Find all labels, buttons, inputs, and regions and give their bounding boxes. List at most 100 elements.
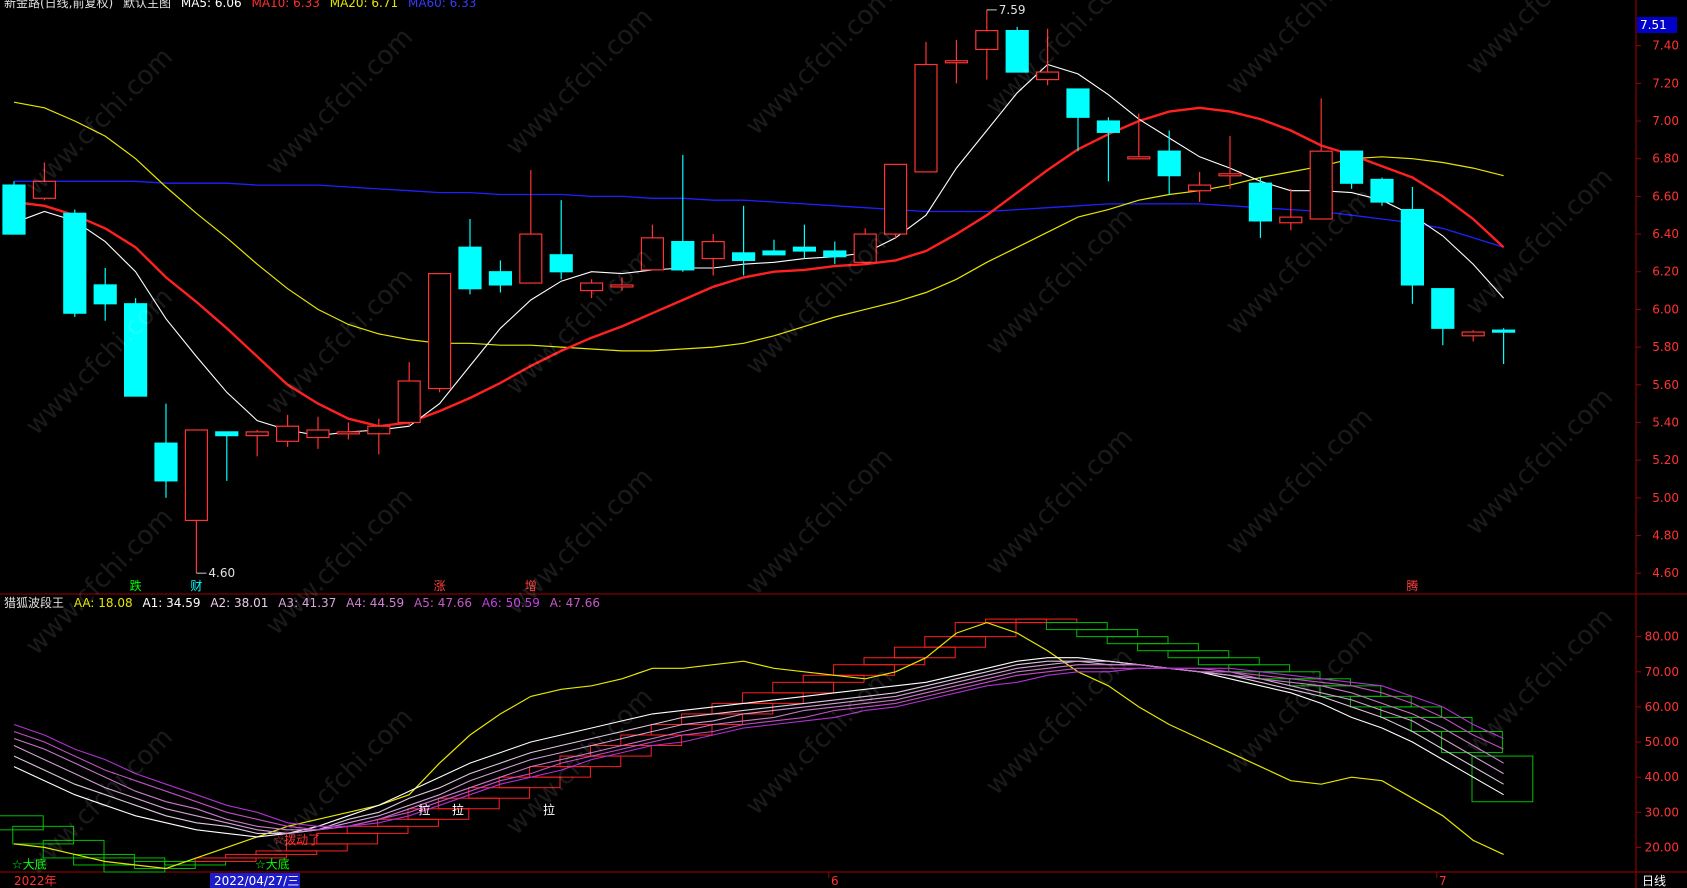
candle-body[interactable] <box>762 250 786 256</box>
indicator-line-a6 <box>13 667 1504 827</box>
candle-body[interactable] <box>397 380 421 424</box>
band-box <box>468 787 531 799</box>
band-box <box>1045 622 1108 631</box>
month-label-7: 7 <box>1439 874 1447 888</box>
band-box <box>1137 643 1199 652</box>
candle-body[interactable] <box>1035 71 1060 81</box>
indicator-signal-label: 拉 <box>452 802 464 817</box>
ma10-line <box>13 106 1505 428</box>
candle-body[interactable] <box>1096 120 1121 133</box>
price-tick-label: 5.20 <box>1652 453 1679 467</box>
price-tick-label: 6.80 <box>1652 152 1679 166</box>
price-tick-label: 7.00 <box>1652 114 1679 128</box>
indicator-tick-label: 50.00 <box>1645 735 1679 749</box>
candle-body[interactable] <box>1248 182 1273 222</box>
band-box <box>681 713 743 725</box>
chart-canvas[interactable]: 4.60 4.80 5.00 5.20 5.40 5.60 5.80 6.00 6.20 6.40… <box>0 0 1687 888</box>
indicator-line-a1 <box>13 657 1504 838</box>
price-tick-label: 4.80 <box>1652 528 1679 542</box>
candle-body[interactable] <box>975 30 999 51</box>
band-box <box>377 818 439 827</box>
candle-body[interactable] <box>245 431 269 437</box>
candle-body[interactable] <box>276 425 300 442</box>
band-box <box>255 850 318 855</box>
candle-body[interactable] <box>823 250 847 258</box>
candle-body[interactable] <box>1005 30 1029 73</box>
candle-body[interactable] <box>701 241 725 260</box>
indicator-tick-label: 60.00 <box>1645 700 1679 714</box>
price-tick-label: 5.40 <box>1652 415 1679 429</box>
candle-body[interactable] <box>579 282 604 292</box>
indicator-signal-label: ☆拨动了 <box>273 833 320 847</box>
candle-body[interactable] <box>640 237 665 271</box>
year-label: 2022年 <box>14 874 57 888</box>
band-box <box>1349 695 1412 708</box>
candle-body[interactable] <box>1187 184 1212 192</box>
band-box <box>346 825 409 834</box>
signal-label: 跌 <box>130 578 142 593</box>
band-box <box>1106 636 1169 645</box>
candle-body[interactable] <box>1461 331 1485 337</box>
candle-body[interactable] <box>336 431 360 435</box>
candle-body[interactable] <box>428 273 452 390</box>
band-box <box>863 657 926 666</box>
candle-body[interactable] <box>1127 156 1151 160</box>
candle-body[interactable] <box>944 60 969 64</box>
candle-body[interactable] <box>32 180 57 199</box>
band-box <box>802 674 865 683</box>
signal-label: 财 <box>190 579 202 593</box>
candle-body[interactable] <box>1218 173 1242 177</box>
candle-body[interactable] <box>1400 208 1425 286</box>
candle-body[interactable] <box>215 431 239 437</box>
candle-body[interactable] <box>154 442 178 482</box>
candle-body[interactable] <box>610 284 634 288</box>
candle-body[interactable] <box>519 233 543 284</box>
candle-body[interactable] <box>883 163 908 235</box>
candle-body[interactable] <box>1066 88 1090 118</box>
candle-body[interactable] <box>1491 329 1516 333</box>
candle-body[interactable] <box>1339 150 1364 184</box>
price-tick-label: 5.00 <box>1652 491 1679 505</box>
candle-body[interactable] <box>93 284 117 305</box>
price-tick-label: 6.40 <box>1652 227 1679 241</box>
ma60-line <box>14 180 1504 248</box>
price-tick-label: 4.60 <box>1652 566 1679 580</box>
ma5-line <box>13 63 1505 437</box>
candle-body[interactable] <box>458 246 482 290</box>
candle-body[interactable] <box>1279 216 1303 224</box>
band-box <box>1076 629 1139 638</box>
signal-label: 增 <box>525 579 537 593</box>
candle-body[interactable] <box>1309 150 1333 220</box>
band-box <box>893 646 956 659</box>
candle-body[interactable] <box>306 429 330 439</box>
price-tick-label: 5.80 <box>1652 340 1679 354</box>
candle-body[interactable] <box>184 429 208 522</box>
candle-body[interactable] <box>367 425 391 435</box>
band-box <box>772 681 835 694</box>
candle-body[interactable] <box>549 254 573 273</box>
price-tick-label: 6.00 <box>1652 302 1679 316</box>
indicator-line-a4 <box>13 664 1504 831</box>
candle-body[interactable] <box>731 252 756 262</box>
indicator-signal-label: ☆大底 <box>12 856 47 871</box>
candle-body[interactable] <box>123 303 148 397</box>
candle-body[interactable] <box>2 184 26 235</box>
indicator-signal-label: ☆大底 <box>255 856 290 871</box>
candle-body[interactable] <box>853 233 877 263</box>
band-box <box>711 702 774 715</box>
candle-body[interactable] <box>671 241 695 271</box>
candle-body[interactable] <box>914 63 938 173</box>
band-box <box>437 797 500 810</box>
candle-body[interactable] <box>488 271 512 286</box>
price-tick-label: 6.60 <box>1652 189 1679 203</box>
period-label: 日线 <box>1642 874 1666 888</box>
candle-body[interactable] <box>1431 288 1455 329</box>
date-cursor-label: 2022/04/27/三 <box>214 874 299 888</box>
candle-body[interactable] <box>1370 178 1394 203</box>
candle-body[interactable] <box>792 246 817 252</box>
candle-body[interactable] <box>1157 150 1181 177</box>
indicator-tick-label: 20.00 <box>1645 840 1679 854</box>
extreme-price-label: 7.59 <box>999 3 1026 17</box>
candle-body[interactable] <box>63 212 87 314</box>
band-box <box>1197 657 1260 666</box>
